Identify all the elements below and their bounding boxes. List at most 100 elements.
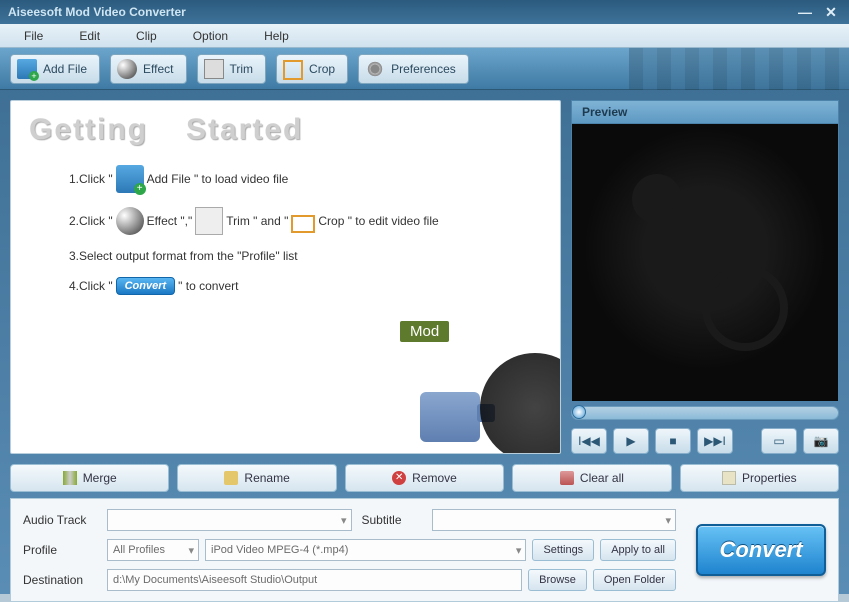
step3-text: 3.Select output format from the "Profile… [69,249,298,263]
step2-text-b: Effect "," [147,214,193,228]
menubar: File Edit Clip Option Help [0,24,849,48]
menu-option[interactable]: Option [175,26,246,46]
merge-icon [63,471,77,485]
profile-select[interactable]: iPod Video MPEG-4 (*.mp4) [205,539,526,561]
skip-forward-icon: ▶▶I [704,434,726,448]
step1-text-a: 1.Click " [69,172,113,186]
close-button[interactable]: ✕ [821,4,841,20]
profile-value: iPod Video MPEG-4 (*.mp4) [211,544,348,556]
effect-label: Effect [143,62,173,76]
effect-icon [117,59,137,79]
apply-to-all-button[interactable]: Apply to all [600,539,676,561]
step2-text-c: Trim " and " [226,214,288,228]
preview-label: Preview [571,100,839,123]
properties-label: Properties [742,471,797,485]
properties-button[interactable]: Properties [680,464,839,492]
seek-thumb[interactable] [572,405,586,419]
clear-icon [560,471,574,485]
playback-controls: I◀◀ ▶ ■ ▶▶I ▭ 📷 [571,428,839,454]
step-1: 1.Click " Add File " to load video file [69,165,542,193]
step-4: 4.Click " Convert " to convert [69,277,542,295]
prev-button[interactable]: I◀◀ [571,428,607,454]
film-deco [629,48,849,90]
rename-label: Rename [244,471,289,485]
step2-text-a: 2.Click " [69,214,113,228]
destination-label: Destination [23,573,97,587]
step-3: 3.Select output format from the "Profile… [69,249,542,263]
rename-button[interactable]: Rename [177,464,336,492]
convert-button[interactable]: Convert [696,524,826,576]
audio-track-select[interactable] [107,509,352,531]
getting-started-panel: Getting Started 1.Click " Add File " to … [10,100,561,454]
properties-icon [722,471,736,485]
output-form: Audio Track Subtitle Profile All Profile… [23,509,676,591]
getting-started-heading: Getting Started [29,113,542,147]
destination-value: d:\My Documents\Aiseesoft Studio\Output [113,574,317,586]
mod-tag: Mod [400,321,449,342]
preferences-label: Preferences [391,62,456,76]
fullscreen-button[interactable]: ▭ [761,428,797,454]
preferences-button[interactable]: Preferences [358,54,469,84]
menu-clip[interactable]: Clip [118,26,175,46]
action-row: Merge Rename Remove Clear all Properties [10,464,839,492]
main-area: Getting Started 1.Click " Add File " to … [0,90,849,460]
open-folder-button[interactable]: Open Folder [593,569,676,591]
browse-button[interactable]: Browse [528,569,587,591]
menu-file[interactable]: File [6,26,61,46]
preview-panel: Preview I◀◀ ▶ ■ ▶▶I ▭ 📷 [571,100,839,454]
add-file-button[interactable]: Add File [10,54,100,84]
snapshot-button[interactable]: 📷 [803,428,839,454]
merge-button[interactable]: Merge [10,464,169,492]
subtitle-select[interactable] [432,509,677,531]
convert-pill-icon: Convert [116,277,176,295]
profile-label: Profile [23,543,97,557]
profile-group-select[interactable]: All Profiles [107,539,199,561]
next-button[interactable]: ▶▶I [697,428,733,454]
remove-button[interactable]: Remove [345,464,504,492]
step4-text-a: 4.Click " [69,279,113,293]
trim-icon [204,59,224,79]
remove-label: Remove [412,471,457,485]
destination-input[interactable]: d:\My Documents\Aiseesoft Studio\Output [107,569,522,591]
step-2: 2.Click " Effect "," Trim " and " Crop "… [69,207,542,235]
toolbar: Add File Effect Trim Crop Preferences [0,48,849,90]
crop-button[interactable]: Crop [276,54,348,84]
audio-track-label: Audio Track [23,513,97,527]
profile-group-value: All Profiles [113,544,165,556]
effect-button[interactable]: Effect [110,54,186,84]
settings-button[interactable]: Settings [532,539,594,561]
step2-text-d: Crop " to edit video file [318,214,438,228]
minimize-button[interactable]: — [795,4,815,20]
menu-edit[interactable]: Edit [61,26,118,46]
bottom-panel: Audio Track Subtitle Profile All Profile… [10,498,839,602]
add-file-icon [116,165,144,193]
app-title: Aiseesoft Mod Video Converter [8,5,186,19]
trim-button[interactable]: Trim [197,54,267,84]
preview-video-area [571,123,839,402]
remove-icon [392,471,406,485]
play-button[interactable]: ▶ [613,428,649,454]
heading-word-a: Getting [29,113,148,146]
play-icon: ▶ [626,434,635,448]
app-window: Aiseesoft Mod Video Converter — ✕ File E… [0,0,849,594]
crop-label: Crop [309,62,335,76]
step4-text-b: " to convert [178,279,238,293]
gear-icon [365,59,385,79]
camcorder-icon [420,392,480,442]
fullscreen-icon: ▭ [773,434,784,448]
clear-label: Clear all [580,471,624,485]
trim-label: Trim [230,62,254,76]
stop-button[interactable]: ■ [655,428,691,454]
heading-word-b: Started [186,113,303,146]
merge-label: Merge [83,471,117,485]
trim-icon [195,207,223,235]
stop-icon: ■ [669,434,676,448]
skip-back-icon: I◀◀ [578,434,600,448]
add-file-icon [17,59,37,79]
crop-icon [283,60,303,80]
menu-help[interactable]: Help [246,26,307,46]
seek-slider[interactable] [571,406,839,420]
clear-all-button[interactable]: Clear all [512,464,671,492]
add-file-label: Add File [43,62,87,76]
subtitle-label: Subtitle [362,513,422,527]
